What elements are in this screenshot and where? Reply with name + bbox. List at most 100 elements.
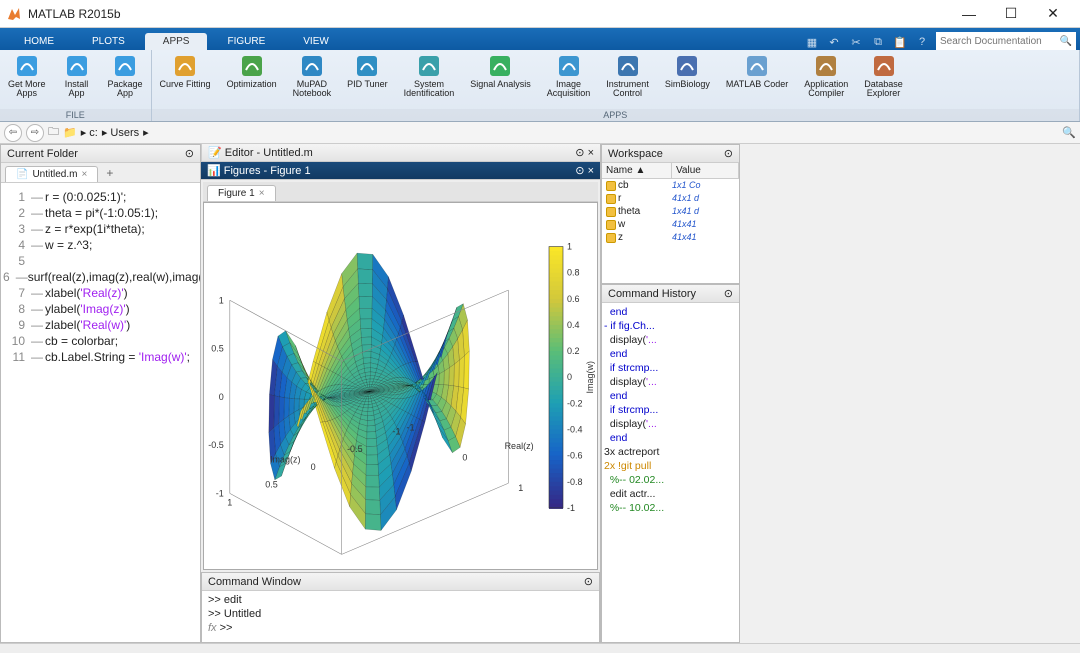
ribbon-app-button[interactable]: Curve Fitting — [152, 50, 219, 109]
ribbon-app-button[interactable]: ImageAcquisition — [539, 50, 599, 109]
breadcrumb-segment[interactable]: ▸ Users — [102, 126, 139, 139]
ribbon-app-button[interactable]: Optimization — [219, 50, 285, 109]
svg-text:0: 0 — [567, 372, 572, 382]
help-icon[interactable]: ? — [914, 34, 930, 50]
ribbon-app-button[interactable]: PID Tuner — [339, 50, 396, 109]
history-item[interactable]: display('... — [604, 417, 737, 431]
nav-forward-button[interactable]: ⇨ — [26, 124, 44, 142]
code-line[interactable]: 1—r = (0:0.025:1)'; — [3, 189, 198, 205]
ribbon-tab-apps[interactable]: APPS — [145, 33, 208, 50]
window-title: MATLAB R2015b — [28, 7, 948, 21]
search-documentation[interactable]: 🔍 — [936, 32, 1076, 50]
ribbon-tab-plots[interactable]: PLOTS — [74, 33, 143, 50]
ribbon-app-button[interactable]: MuPADNotebook — [285, 50, 340, 109]
ribbon-button[interactable]: Get MoreApps — [0, 50, 54, 109]
breadcrumb-segment[interactable]: ▸ c: — [81, 126, 98, 139]
ribbon-tab-figure[interactable]: FIGURE — [209, 33, 283, 50]
history-item[interactable]: %-- 02.02... — [604, 473, 737, 487]
history-item[interactable]: end — [604, 305, 737, 319]
code-line[interactable]: 5 — [3, 253, 198, 269]
command-prompt[interactable]: fx >> — [208, 621, 593, 635]
panel-actions-icon[interactable]: ⊙ — [575, 147, 584, 159]
code-line[interactable]: 4—w = z.^3; — [3, 237, 198, 253]
command-line: >> Untitled — [208, 607, 593, 621]
ribbon-app-button[interactable]: ApplicationCompiler — [796, 50, 856, 109]
code-line[interactable]: 7—xlabel('Real(z)') — [3, 285, 198, 301]
close-tab-icon[interactable]: × — [259, 188, 265, 199]
ribbon-app-button[interactable]: MATLAB Coder — [718, 50, 796, 109]
code-line[interactable]: 11—cb.Label.String = 'Imag(w)'; — [3, 349, 198, 365]
history-item[interactable]: end — [604, 431, 737, 445]
history-item[interactable]: edit actr... — [604, 487, 737, 501]
workspace-var-row[interactable]: z41x41 — [602, 231, 739, 244]
history-item[interactable]: - if fig.Ch... — [604, 319, 737, 333]
history-item[interactable]: end — [604, 347, 737, 361]
code-line[interactable]: 10—cb = colorbar; — [3, 333, 198, 349]
history-item[interactable]: if strcmp... — [604, 403, 737, 417]
window-titlebar: MATLAB R2015b — ☐ ✕ — [0, 0, 1080, 28]
panel-actions-icon[interactable]: ⊙ — [185, 147, 194, 160]
workspace-var-row[interactable]: r41x1 d — [602, 192, 739, 205]
paste-icon[interactable]: 📋 — [892, 34, 908, 50]
history-item[interactable]: 3x actreport — [604, 445, 737, 459]
svg-text:1: 1 — [227, 497, 232, 507]
panel-actions-icon[interactable]: ⊙ — [575, 165, 584, 177]
history-item[interactable]: end — [604, 389, 737, 403]
svg-text:-0.5: -0.5 — [208, 440, 224, 450]
search-icon[interactable]: 🔍 — [1060, 36, 1072, 47]
ribbon-tab-view[interactable]: VIEW — [285, 33, 347, 50]
ribbon-app-button[interactable]: InstrumentControl — [598, 50, 657, 109]
history-item[interactable]: %-- 10.02... — [604, 501, 737, 515]
close-tab-icon[interactable]: × — [81, 169, 87, 180]
panel-actions-icon[interactable]: ⊙ — [724, 287, 733, 300]
history-item[interactable]: if strcmp... — [604, 361, 737, 375]
panel-title: Workspace⊙ — [602, 145, 739, 163]
copy-icon[interactable]: ⧉ — [870, 34, 886, 50]
file-tab[interactable]: 📄Untitled.m× — [5, 166, 98, 182]
workspace-var-row[interactable]: cb1x1 Co — [602, 179, 739, 192]
command-line: >> edit — [208, 593, 593, 607]
panel-close-icon[interactable]: × — [588, 147, 594, 159]
history-item[interactable]: 2x !git pull — [604, 459, 737, 473]
editor-panel-title: 📝 Editor - Untitled.m ⊙ × — [201, 144, 600, 162]
code-line[interactable]: 8—ylabel('Imag(z)') — [3, 301, 198, 317]
ribbon-button[interactable]: InstallApp — [54, 50, 100, 109]
ribbon-tab-home[interactable]: HOME — [6, 33, 72, 50]
workspace-var-row[interactable]: theta1x41 d — [602, 205, 739, 218]
history-item[interactable]: display('... — [604, 333, 737, 347]
svg-text:Imag(z): Imag(z) — [270, 455, 301, 465]
ribbon-app-button[interactable]: SystemIdentification — [396, 50, 463, 109]
code-line[interactable]: 2—theta = pi*(-1:0.05:1); — [3, 205, 198, 221]
search-folder-icon[interactable]: 🔍 — [1062, 126, 1076, 139]
ribbon-button[interactable]: PackageApp — [100, 50, 151, 109]
breadcrumb[interactable]: ▸ c: ▸ Users ▸ — [81, 126, 149, 139]
history-item[interactable]: display('... — [604, 375, 737, 389]
ribbon-app-button[interactable]: Signal Analysis — [462, 50, 539, 109]
workspace-var-row[interactable]: w41x41 — [602, 218, 739, 231]
command-window-body[interactable]: >> edit >> Untitledfx >> — [202, 591, 599, 642]
undo-icon[interactable]: ↶ — [826, 34, 842, 50]
workspace-header[interactable]: Name ▲ Value — [602, 163, 739, 179]
search-input[interactable] — [940, 36, 1060, 47]
cut-icon[interactable]: ✂ — [848, 34, 864, 50]
maximize-button[interactable]: ☐ — [990, 0, 1032, 28]
ribbon-app-button[interactable]: DatabaseExplorer — [856, 50, 911, 109]
close-button[interactable]: ✕ — [1032, 0, 1074, 28]
svg-text:-0.2: -0.2 — [567, 398, 583, 408]
figure-tab[interactable]: Figure 1 × — [207, 185, 276, 201]
folder-up-icon[interactable]: 🗀 — [48, 123, 59, 142]
figures-panel: 📝 Editor - Untitled.m ⊙ × 📊 Figures - Fi… — [200, 144, 600, 643]
code-line[interactable]: 9—zlabel('Real(w)') — [3, 317, 198, 333]
nav-back-button[interactable]: ⇦ — [4, 124, 22, 142]
figure-canvas[interactable]: 10.50-0.5-110.50-0.5-1-101Imag(z)Real(z)… — [203, 202, 598, 570]
panel-actions-icon[interactable]: ⊙ — [724, 147, 733, 160]
current-folder-panel: Current Folder⊙ 📄Untitled.m× + 1—r = (0:… — [0, 144, 200, 643]
minimize-button[interactable]: — — [948, 0, 990, 28]
panel-actions-icon[interactable]: ⊙ — [584, 575, 593, 588]
code-line[interactable]: 3—z = r*exp(1i*theta); — [3, 221, 198, 237]
ribbon-app-button[interactable]: SimBiology — [657, 50, 718, 109]
code-line[interactable]: 6—surf(real(z),imag(z),real(w),imag(w)) — [3, 269, 198, 285]
add-tab-button[interactable]: + — [98, 164, 121, 182]
panel-close-icon[interactable]: × — [588, 165, 594, 177]
quick-icon[interactable]: ▦ — [804, 34, 820, 50]
